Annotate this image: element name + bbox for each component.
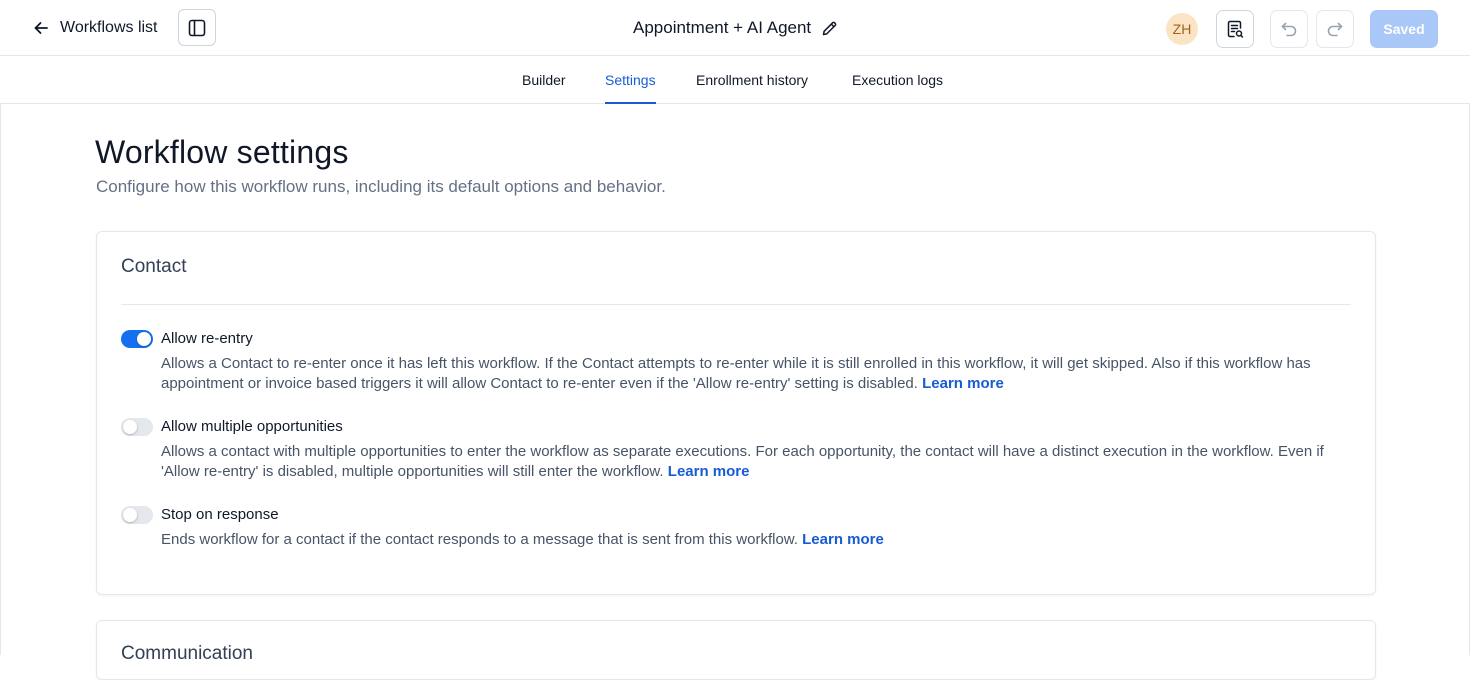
description-text: Ends workflow for a contact if the conta… xyxy=(161,531,798,548)
redo-button[interactable] xyxy=(1316,10,1354,48)
allow-multiple-opportunities-toggle[interactable] xyxy=(121,418,153,436)
arrow-left-icon xyxy=(32,19,50,37)
communication-settings-card: Communication xyxy=(96,620,1376,680)
tab-execution-logs[interactable]: Execution logs xyxy=(852,56,943,103)
back-to-workflows-link[interactable]: Workflows list xyxy=(32,14,158,42)
setting-label: Allow re-entry xyxy=(161,330,253,347)
toggle-knob xyxy=(123,508,137,522)
toggle-knob xyxy=(137,332,151,346)
tab-settings[interactable]: Settings xyxy=(605,56,656,104)
page-title: Workflow settings xyxy=(95,134,349,170)
section-divider xyxy=(121,304,1351,305)
learn-more-link[interactable]: Learn more xyxy=(802,531,884,548)
allow-re-entry-toggle[interactable] xyxy=(121,330,153,348)
workflow-title: Appointment + AI Agent xyxy=(633,18,812,37)
undo-button[interactable] xyxy=(1270,10,1308,48)
description-text: Allows a Contact to re-enter once it has… xyxy=(161,355,1311,392)
contact-section-title: Contact xyxy=(121,256,187,277)
tab-builder[interactable]: Builder xyxy=(522,56,566,103)
setting-description: Allows a contact with multiple opportuni… xyxy=(161,442,1351,482)
setting-label: Allow multiple opportunities xyxy=(161,418,343,435)
setting-label: Stop on response xyxy=(161,506,279,523)
undo-icon xyxy=(1279,19,1299,39)
settings-content: Workflow settings Configure how this wor… xyxy=(0,104,1470,680)
pencil-icon[interactable] xyxy=(821,20,838,37)
notes-icon xyxy=(1225,19,1245,39)
notes-button[interactable] xyxy=(1216,10,1254,48)
toggle-knob xyxy=(123,420,137,434)
top-bar: Workflows list Appointment + AI Agent ZH xyxy=(0,0,1470,56)
back-link-label: Workflows list xyxy=(60,19,158,36)
learn-more-link[interactable]: Learn more xyxy=(668,463,750,480)
redo-icon xyxy=(1325,19,1345,39)
toggle-sidebar-button[interactable] xyxy=(178,9,216,46)
learn-more-link[interactable]: Learn more xyxy=(922,375,1004,392)
contact-settings-card: Contact Allow re-entry Allows a Contact … xyxy=(96,231,1376,595)
saved-button[interactable]: Saved xyxy=(1370,10,1438,48)
setting-description: Ends workflow for a contact if the conta… xyxy=(161,530,1351,550)
workflow-tabs: Builder Settings Enrollment history Exec… xyxy=(0,56,1470,104)
tab-enrollment-history[interactable]: Enrollment history xyxy=(696,56,808,103)
user-avatar[interactable]: ZH xyxy=(1166,13,1198,45)
communication-section-title: Communication xyxy=(121,643,253,664)
page-subtitle: Configure how this workflow runs, includ… xyxy=(96,177,666,196)
sidebar-panel-icon xyxy=(187,18,207,38)
setting-description: Allows a Contact to re-enter once it has… xyxy=(161,354,1351,394)
stop-on-response-toggle[interactable] xyxy=(121,506,153,524)
workflow-title-area: Appointment + AI Agent xyxy=(633,14,838,42)
